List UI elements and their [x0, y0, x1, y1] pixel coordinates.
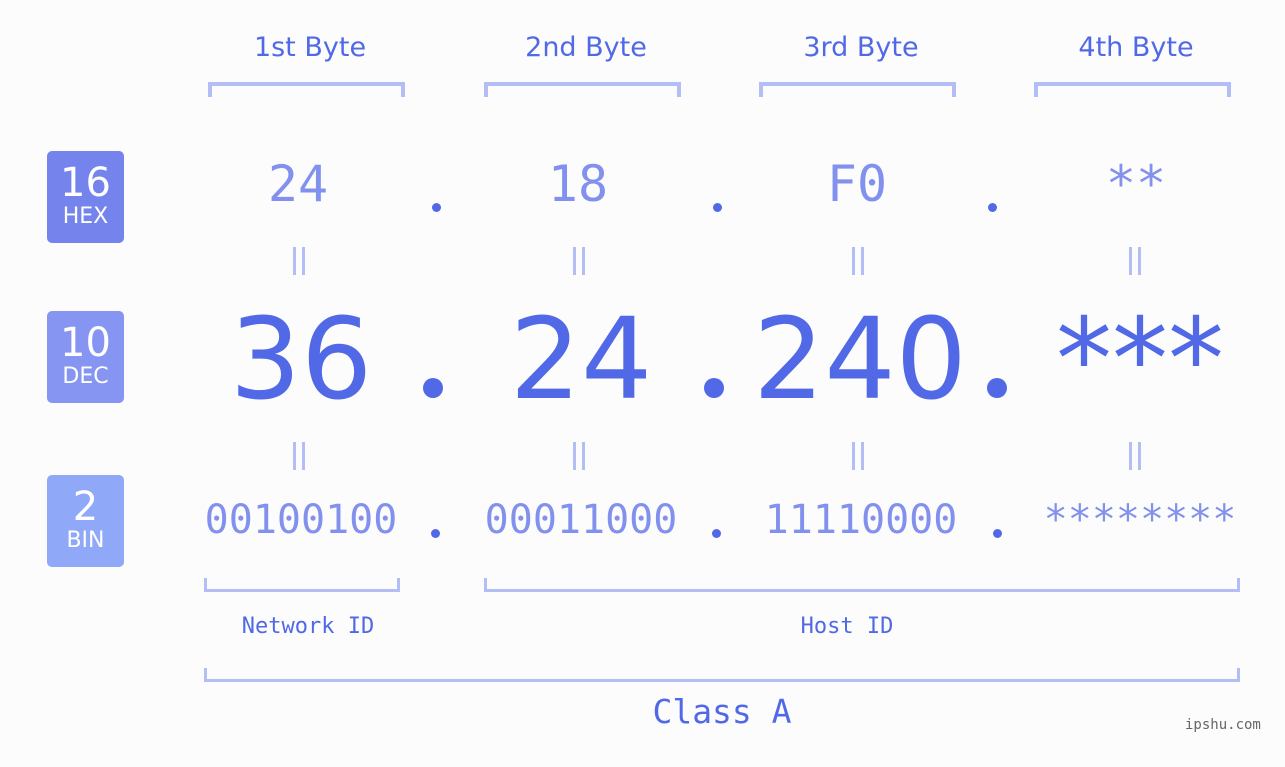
dec-value-1: 36: [229, 295, 373, 425]
byte-header-4: 4th Byte: [1078, 32, 1194, 63]
network-id-label: Network ID: [241, 614, 375, 639]
byte-bracket-1: [208, 82, 405, 97]
dec-value-3: 240: [753, 295, 967, 425]
hex-separator-dot: [988, 203, 997, 212]
hex-value-2: 18: [547, 155, 609, 213]
hex-badge-number: 16: [60, 160, 111, 206]
equals-icon: [1129, 442, 1141, 470]
equals-icon: [573, 247, 585, 275]
bin-separator-dot: [431, 529, 440, 538]
hex-separator-dot: [432, 203, 441, 212]
equals-icon: [852, 247, 864, 275]
hex-value-1: 24: [267, 155, 329, 213]
watermark: ipshu.com: [1185, 717, 1261, 733]
equals-icon: [573, 442, 585, 470]
bin-separator-dot: [712, 529, 721, 538]
bin-badge: 2 BIN: [47, 475, 124, 567]
dec-badge-number: 10: [60, 320, 111, 366]
bin-value-3: 11110000: [764, 497, 958, 543]
dec-value-2: 24: [509, 295, 653, 425]
equals-icon: [293, 247, 305, 275]
bin-separator-dot: [993, 529, 1002, 538]
dec-separator-dot: [423, 378, 443, 398]
equals-icon: [1129, 247, 1141, 275]
host-id-label: Host ID: [800, 614, 894, 639]
byte-header-2: 2nd Byte: [525, 32, 647, 63]
network-id-bracket: [204, 578, 400, 592]
dec-badge: 10 DEC: [47, 311, 124, 403]
byte-header-3: 3rd Byte: [803, 32, 919, 63]
hex-badge-label: HEX: [62, 204, 109, 229]
bin-badge-label: BIN: [66, 528, 105, 553]
bin-value-1: 00100100: [204, 497, 398, 543]
dec-separator-dot: [987, 378, 1007, 398]
bin-value-4: ********: [1043, 497, 1237, 543]
byte-bracket-2: [484, 82, 681, 97]
equals-icon: [293, 442, 305, 470]
bin-value-2: 00011000: [484, 497, 678, 543]
hex-badge: 16 HEX: [47, 151, 124, 243]
byte-header-1: 1st Byte: [253, 32, 367, 63]
class-bracket: [204, 668, 1240, 682]
dec-badge-label: DEC: [62, 364, 109, 389]
dec-separator-dot: [704, 378, 724, 398]
dec-value-4: ***: [1056, 295, 1224, 425]
byte-bracket-4: [1034, 82, 1231, 97]
hex-separator-dot: [713, 203, 722, 212]
hex-value-3: F0: [826, 155, 888, 213]
host-id-bracket: [484, 578, 1240, 592]
bin-badge-number: 2: [72, 484, 99, 530]
hex-value-4: **: [1105, 155, 1167, 213]
class-label: Class A: [652, 692, 792, 731]
byte-bracket-3: [759, 82, 956, 97]
equals-icon: [852, 442, 864, 470]
